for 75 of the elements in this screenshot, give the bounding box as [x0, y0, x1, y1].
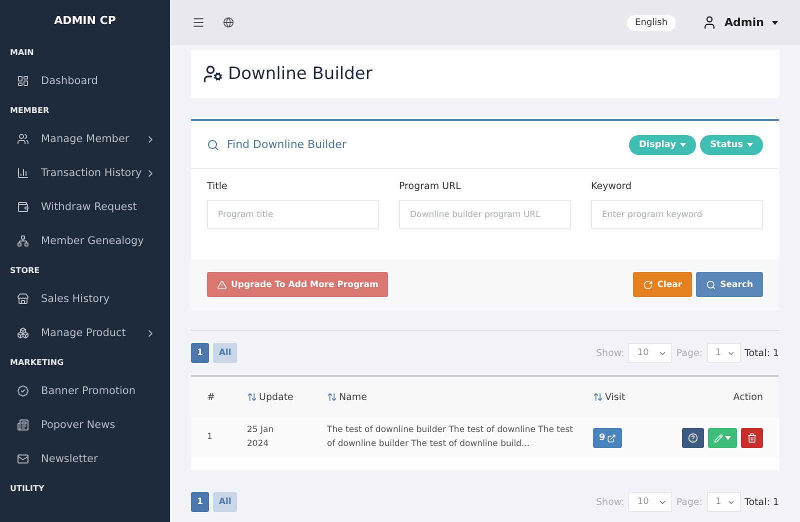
caret-icon	[725, 436, 731, 440]
sort-icon	[593, 392, 603, 402]
page-button[interactable]: 1	[191, 492, 209, 512]
language-button[interactable]: English	[627, 14, 676, 30]
caret-icon	[747, 142, 753, 146]
sort-icon	[247, 392, 257, 402]
sidebar-item[interactable]: Dashboard	[0, 64, 170, 98]
total-count: Total: 1	[744, 348, 779, 358]
table-cell-text: 1	[207, 431, 214, 444]
badge-icon	[17, 385, 29, 397]
warning-icon	[217, 280, 227, 290]
sidebar-item[interactable]: Banner Promotion	[0, 374, 170, 408]
store-icon	[17, 293, 29, 305]
menu-icon[interactable]	[192, 16, 205, 29]
show-label: Show:	[596, 496, 624, 508]
edit-icon	[714, 434, 723, 442]
input-field[interactable]: Enter program keyword	[591, 200, 763, 229]
newspaper-icon	[17, 419, 29, 431]
trash-icon	[747, 433, 757, 443]
input-field[interactable]: Downline builder program URL	[399, 200, 571, 229]
user-menu[interactable]: Admin	[702, 15, 778, 30]
total-count: Total: 1	[744, 496, 779, 508]
section-label: UTILITY	[9, 482, 46, 494]
user-icon	[702, 15, 717, 30]
section-label: MEMBER	[9, 104, 50, 116]
column-header[interactable]: Update	[247, 392, 327, 402]
users-icon	[17, 133, 29, 145]
mail-icon	[17, 453, 29, 465]
show-label: Show:	[596, 348, 624, 358]
delete-button[interactable]	[741, 428, 763, 448]
table-cell-text: The test of downline builder The test of downline The test of downline builder The test of downline build...	[327, 424, 574, 451]
boxes-icon	[17, 327, 29, 339]
field-label: Keyword	[591, 181, 633, 192]
globe-icon[interactable]	[223, 17, 234, 28]
bar-chart-icon	[17, 167, 29, 179]
search-button[interactable]: Search	[696, 272, 763, 297]
sidebar-item[interactable]: Withdraw Request	[0, 190, 170, 224]
sidebar-item[interactable]: Newsletter	[0, 442, 170, 476]
help-icon	[688, 433, 698, 443]
table-cell-text: 25 Jan 2024	[247, 424, 275, 451]
users-gear-icon	[203, 64, 223, 84]
column-header[interactable]: Name	[327, 392, 593, 402]
search-icon	[207, 138, 219, 150]
visit-button[interactable]: 9	[593, 428, 622, 448]
sidebar-item[interactable]: Manage Product	[0, 316, 170, 350]
page-button[interactable]: 1	[191, 343, 209, 363]
caret-icon	[772, 20, 778, 24]
field-label: Title	[207, 181, 228, 192]
caret-icon	[680, 142, 686, 146]
search-icon	[706, 280, 716, 290]
column-header[interactable]: Visit	[593, 392, 663, 402]
help-button[interactable]	[682, 428, 704, 448]
panel-title: Find Downline Builder	[227, 138, 348, 151]
sort-icon	[327, 392, 337, 402]
sidebar-item[interactable]: Sales History	[0, 282, 170, 316]
column-header: #	[207, 392, 216, 402]
sidebar-item[interactable]: Transaction History	[0, 156, 170, 190]
refresh-icon	[643, 280, 654, 290]
external-link-icon	[607, 434, 616, 442]
section-label: MARKETING	[9, 356, 65, 368]
field-label: Program URL	[399, 181, 462, 192]
page-label: Page:	[676, 348, 703, 358]
page-label: Page:	[676, 496, 703, 508]
section-label: STORE	[9, 264, 41, 276]
sidebar-item[interactable]: Popover News	[0, 408, 170, 442]
input-field[interactable]: Program title	[207, 200, 379, 229]
wallet-icon	[17, 201, 29, 213]
column-header: Action	[732, 392, 763, 402]
section-label: MAIN	[9, 46, 35, 58]
sidebar-item[interactable]: Manage Member	[0, 122, 170, 156]
dashboard-icon	[17, 75, 29, 87]
page-title: Downline Builder	[228, 64, 372, 84]
network-icon	[17, 235, 29, 247]
sidebar-item[interactable]: Member Genealogy	[0, 224, 170, 258]
sidebar-title: ADMIN CP	[53, 12, 117, 28]
